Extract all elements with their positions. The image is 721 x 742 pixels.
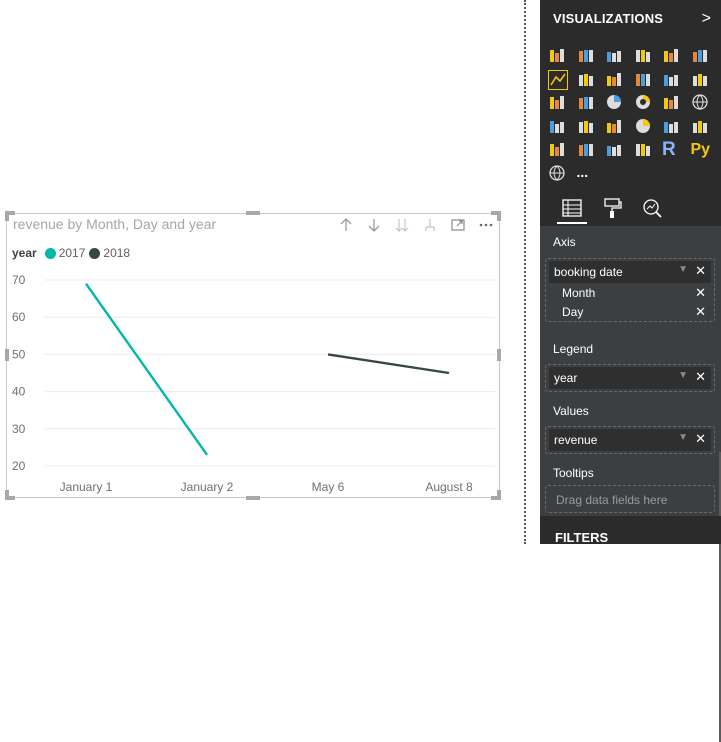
stacked-area-icon[interactable] <box>605 70 625 90</box>
resize-handle-left[interactable] <box>5 349 9 361</box>
resize-handle-top-left-v[interactable] <box>5 211 9 221</box>
resize-handle-top[interactable] <box>246 211 260 215</box>
active-tab-indicator <box>557 222 587 224</box>
legend-well[interactable]: year ▼ ✕ <box>545 364 715 392</box>
remove-icon[interactable]: ✕ <box>695 285 706 301</box>
matrix-icon[interactable] <box>634 140 654 160</box>
axis-field-booking-date[interactable]: booking date ▼ ✕ <box>549 261 711 283</box>
scatter-icon[interactable] <box>577 93 597 113</box>
y-tick-label: 40 <box>12 385 26 399</box>
remove-icon[interactable]: ✕ <box>695 263 706 279</box>
values-field-revenue[interactable]: revenue ▼ ✕ <box>549 429 711 451</box>
shape-map-icon[interactable] <box>577 117 597 137</box>
py-label: Py <box>690 141 711 158</box>
report-canvas: revenue by Month, Day and year year 2017… <box>0 0 525 544</box>
y-tick-label: 50 <box>12 347 26 361</box>
x-tick-label: January 2 <box>181 480 234 494</box>
field-wells: Axis booking date ▼ ✕ Month ✕ Day ✕ Lege… <box>540 226 721 742</box>
axis-subfield-label: Day <box>562 305 584 319</box>
line-chart-visual[interactable]: revenue by Month, Day and year year 2017… <box>6 213 500 498</box>
x-tick-label: August 8 <box>425 480 473 494</box>
resize-handle-bottom-right-v[interactable] <box>497 490 501 500</box>
stacked-column-icon[interactable] <box>577 46 597 66</box>
slicer-icon[interactable] <box>577 140 597 160</box>
pane-tabs <box>540 190 721 226</box>
values-field-label: revenue <box>554 433 598 447</box>
resize-handle-bottom[interactable] <box>246 496 260 500</box>
python-visual-icon[interactable]: Py <box>691 140 711 160</box>
tooltips-placeholder: Drag data fields here <box>556 493 668 507</box>
area-chart-icon[interactable] <box>577 70 597 90</box>
axis-subfield-day[interactable]: Day ✕ <box>549 303 711 322</box>
collapse-chevron-icon[interactable]: > <box>702 10 711 28</box>
filters-title: FILTERS <box>555 530 609 545</box>
resize-handle-bottom-left-v[interactable] <box>5 490 9 500</box>
y-tick-label: 60 <box>12 310 26 324</box>
waterfall-icon[interactable] <box>548 93 568 113</box>
100-column-icon[interactable] <box>691 46 711 66</box>
remove-icon[interactable]: ✕ <box>695 304 706 320</box>
stacked-bar-icon[interactable] <box>548 46 568 66</box>
filled-map-icon[interactable] <box>548 117 568 137</box>
line-stacked-column-icon[interactable] <box>662 70 682 90</box>
line-chart-icon[interactable] <box>548 69 568 90</box>
tooltips-drop-zone[interactable]: Drag data fields here <box>545 485 715 513</box>
remove-icon[interactable]: ✕ <box>695 431 706 447</box>
resize-handle-top-right-v[interactable] <box>497 211 501 221</box>
visualizations-header: VISUALIZATIONS > <box>540 0 721 40</box>
pie-icon[interactable] <box>605 93 625 113</box>
axis-subfield-month[interactable]: Month ✕ <box>549 284 711 303</box>
y-tick-label: 30 <box>12 422 26 436</box>
r-visual-icon[interactable]: R <box>662 140 682 160</box>
legend-field-label: year <box>554 371 578 385</box>
y-tick-label: 70 <box>12 273 26 287</box>
tooltips-section-label: Tooltips <box>553 466 594 480</box>
legend-section-label: Legend <box>553 342 594 356</box>
series-line-2018[interactable] <box>327 353 450 375</box>
treemap-icon[interactable] <box>662 93 682 113</box>
gauge-icon[interactable] <box>634 117 654 137</box>
funnel-icon[interactable] <box>605 117 625 137</box>
fields-tab-icon[interactable] <box>558 194 586 222</box>
axis-well[interactable]: booking date ▼ ✕ Month ✕ Day ✕ <box>545 258 715 322</box>
ribbon-chart-icon[interactable] <box>691 70 711 90</box>
filters-header[interactable]: FILTERS <box>540 516 721 545</box>
line-column-icon[interactable] <box>634 70 654 90</box>
resize-handle-right[interactable] <box>497 349 501 361</box>
multirow-card-icon[interactable] <box>691 117 711 137</box>
chart-plot-area: 70 60 50 40 30 20 January 1 January 2 May 6 Augus… <box>12 273 495 494</box>
axis-subfield-label: Month <box>562 286 596 300</box>
map-icon[interactable] <box>691 93 711 113</box>
axis-field-label: booking date <box>554 265 623 279</box>
globe-icon[interactable] <box>548 164 568 184</box>
clustered-bar-icon[interactable] <box>605 46 625 66</box>
analytics-magnifier-icon[interactable] <box>638 194 666 222</box>
chevron-down-icon[interactable]: ▼ <box>678 370 688 381</box>
chevron-down-icon[interactable]: ▼ <box>678 264 688 275</box>
values-section-label: Values <box>553 404 589 418</box>
table-icon[interactable] <box>605 140 625 160</box>
legend-field-year[interactable]: year ▼ ✕ <box>549 367 711 389</box>
x-tick-label: January 1 <box>60 480 113 494</box>
values-well[interactable]: revenue ▼ ✕ <box>545 426 715 454</box>
more-visuals-icon[interactable]: ... <box>577 164 597 184</box>
remove-icon[interactable]: ✕ <box>695 369 706 385</box>
card-icon[interactable] <box>662 117 682 137</box>
donut-icon[interactable] <box>634 93 654 113</box>
100-bar-icon[interactable] <box>662 46 682 66</box>
clustered-column-icon[interactable] <box>634 46 654 66</box>
x-tick-label: May 6 <box>312 480 345 494</box>
more-label: ... <box>576 163 589 180</box>
kpi-icon[interactable] <box>548 140 568 160</box>
format-paint-roller-icon[interactable] <box>598 194 626 222</box>
r-label: R <box>662 139 676 160</box>
y-tick-label: 20 <box>12 459 26 473</box>
visualizations-pane: VISUALIZATIONS > R Py... Axis booking dat… <box>540 0 721 742</box>
pane-divider <box>524 0 526 544</box>
visualizations-title: VISUALIZATIONS <box>553 11 664 26</box>
axis-section-label: Axis <box>553 235 576 249</box>
chevron-down-icon[interactable]: ▼ <box>678 432 688 443</box>
